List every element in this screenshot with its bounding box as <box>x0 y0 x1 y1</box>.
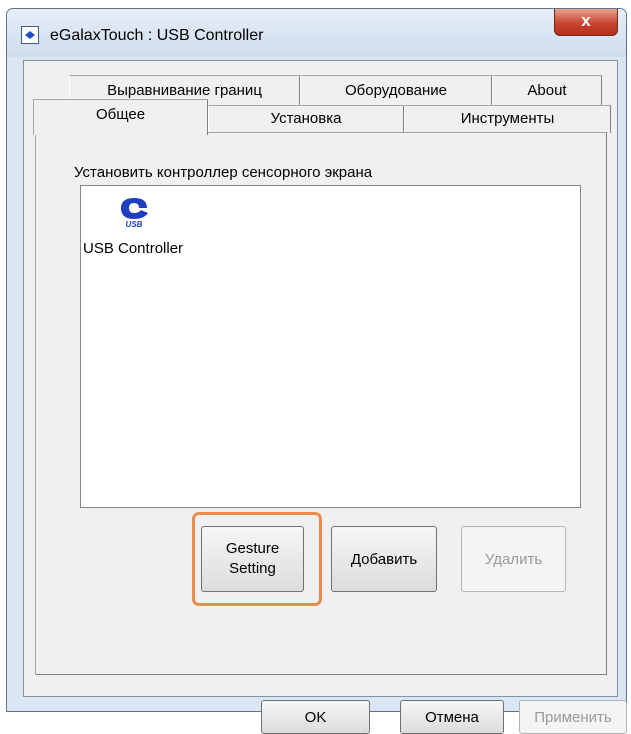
ok-button[interactable]: OK <box>261 700 370 734</box>
dialog-client-area: Выравнивание границ Оборудование About О… <box>23 60 627 734</box>
tab-installation[interactable]: Установка <box>208 105 404 133</box>
tab-hardware[interactable]: Оборудование <box>300 75 492 105</box>
tab-label: Общее <box>95 106 146 123</box>
apply-button[interactable]: Применить <box>519 700 627 734</box>
tab-label: Выравнивание границ <box>107 82 262 99</box>
tab-label: About <box>527 82 567 99</box>
dialog-window: eGalaxTouch : USB Controller x Выравнива… <box>6 8 627 734</box>
tab-label: Установка <box>270 110 342 127</box>
controller-listbox[interactable]: USB USB Controller <box>80 185 581 508</box>
tab-tools[interactable]: Инструменты <box>404 105 611 133</box>
cancel-button[interactable]: Отмена <box>400 700 504 734</box>
usb-icon: USB <box>121 198 148 228</box>
add-button[interactable]: Добавить <box>331 526 437 592</box>
tab-label: Оборудование <box>344 82 448 99</box>
section-label: Установить контроллер сенсорного экрана <box>74 164 373 181</box>
tab-general[interactable]: Общее <box>33 99 208 135</box>
svg-text:USB: USB <box>126 220 143 228</box>
close-icon: x <box>581 11 591 30</box>
gesture-setting-highlight <box>192 512 322 606</box>
tab-label: Инструменты <box>460 110 555 127</box>
remove-button[interactable]: Удалить <box>461 526 566 592</box>
window-title: eGalaxTouch : USB Controller <box>50 27 264 44</box>
close-button[interactable]: x <box>554 9 618 36</box>
app-icon <box>21 26 39 44</box>
title-bar[interactable]: eGalaxTouch : USB Controller x <box>7 9 626 57</box>
device-label: USB Controller <box>83 240 184 257</box>
tab-about[interactable]: About <box>492 75 602 105</box>
